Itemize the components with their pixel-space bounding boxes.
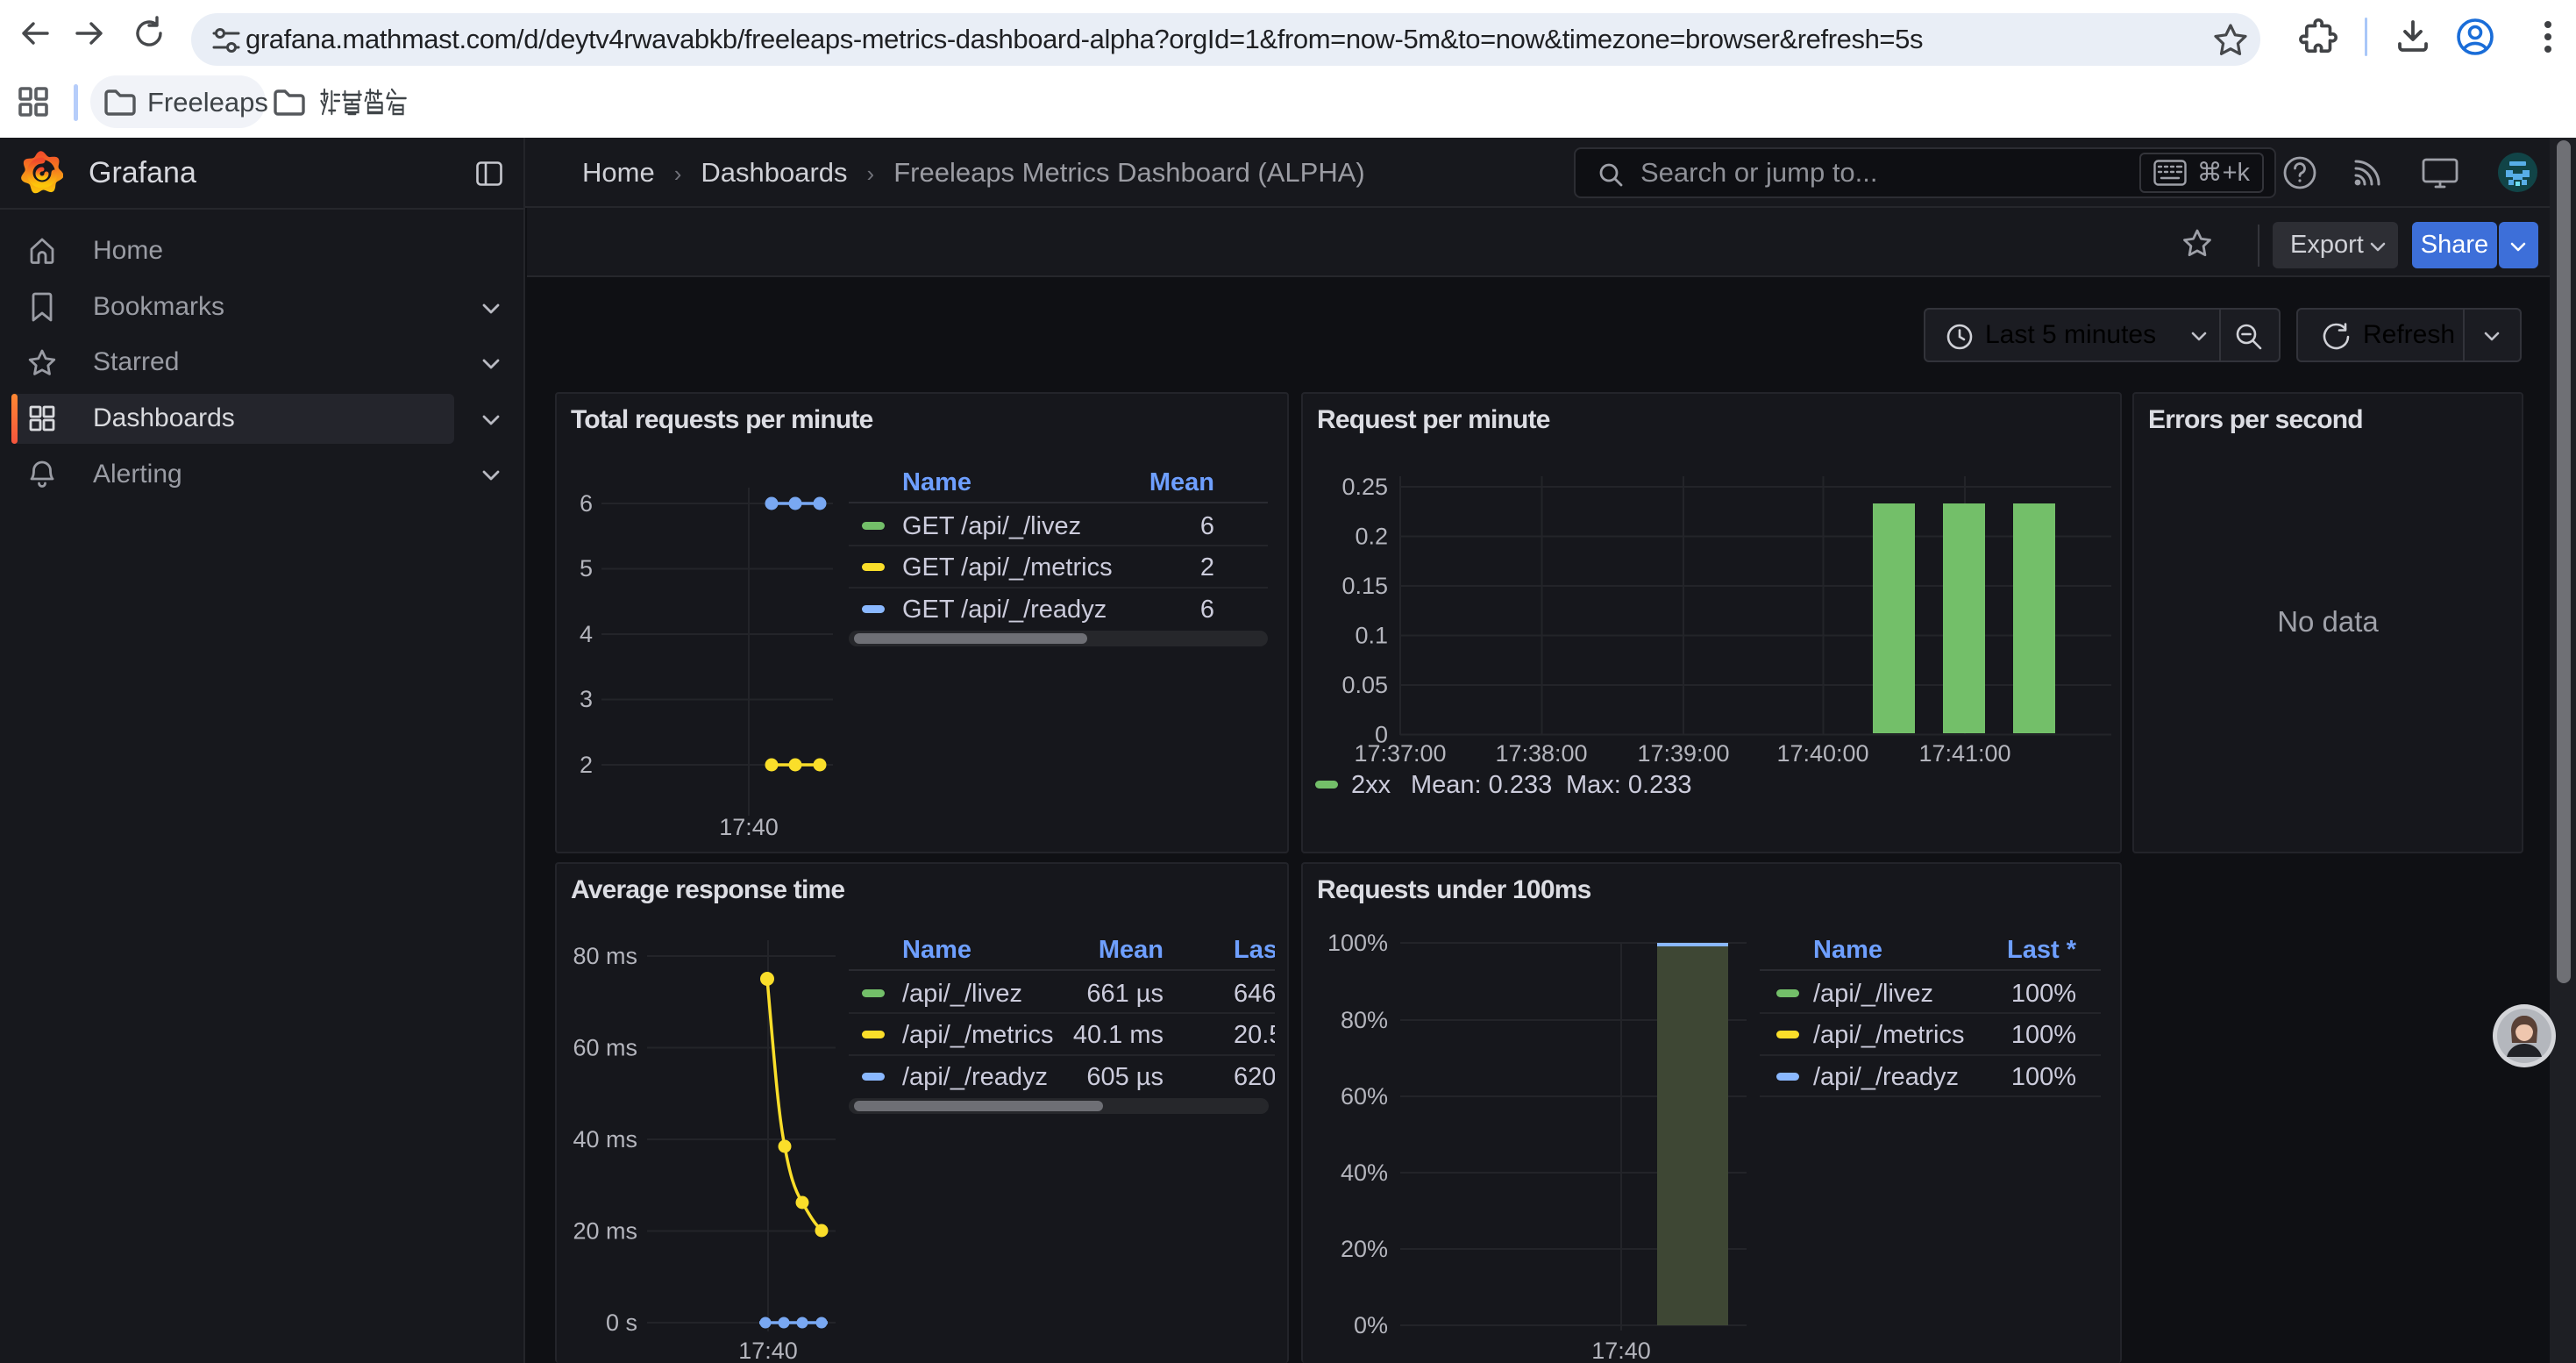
svg-text:17:40: 17:40 [719, 814, 779, 840]
svg-text:0.2: 0.2 [1355, 524, 1388, 550]
svg-text:20 ms: 20 ms [573, 1218, 637, 1245]
svg-text:17:37:00: 17:37:00 [1354, 740, 1446, 767]
svg-text:40%: 40% [1341, 1160, 1388, 1186]
svg-text:20%: 20% [1341, 1236, 1388, 1262]
svg-text:2: 2 [580, 752, 593, 778]
svg-text:17:39:00: 17:39:00 [1637, 740, 1729, 767]
svg-text:0.1: 0.1 [1355, 623, 1388, 649]
svg-text:17:40:00: 17:40:00 [1776, 740, 1868, 767]
svg-text:17:40: 17:40 [738, 1338, 798, 1363]
svg-text:17:38:00: 17:38:00 [1495, 740, 1587, 767]
svg-text:6: 6 [580, 490, 593, 517]
svg-text:3: 3 [580, 686, 593, 712]
svg-text:0 s: 0 s [606, 1309, 637, 1336]
svg-text:0.05: 0.05 [1341, 672, 1388, 698]
svg-text:80 ms: 80 ms [573, 943, 637, 969]
svg-text:100%: 100% [1327, 930, 1388, 956]
svg-text:0.25: 0.25 [1341, 474, 1388, 500]
svg-text:60 ms: 60 ms [573, 1035, 637, 1061]
svg-text:40 ms: 40 ms [573, 1126, 637, 1152]
svg-text:0%: 0% [1354, 1312, 1388, 1338]
svg-text:5: 5 [580, 555, 593, 582]
svg-text:0.15: 0.15 [1341, 573, 1388, 599]
svg-text:60%: 60% [1341, 1083, 1388, 1110]
svg-text:4: 4 [580, 621, 593, 647]
svg-text:80%: 80% [1341, 1007, 1388, 1033]
svg-text:17:41:00: 17:41:00 [1918, 740, 2010, 767]
svg-text:17:40: 17:40 [1591, 1338, 1651, 1363]
